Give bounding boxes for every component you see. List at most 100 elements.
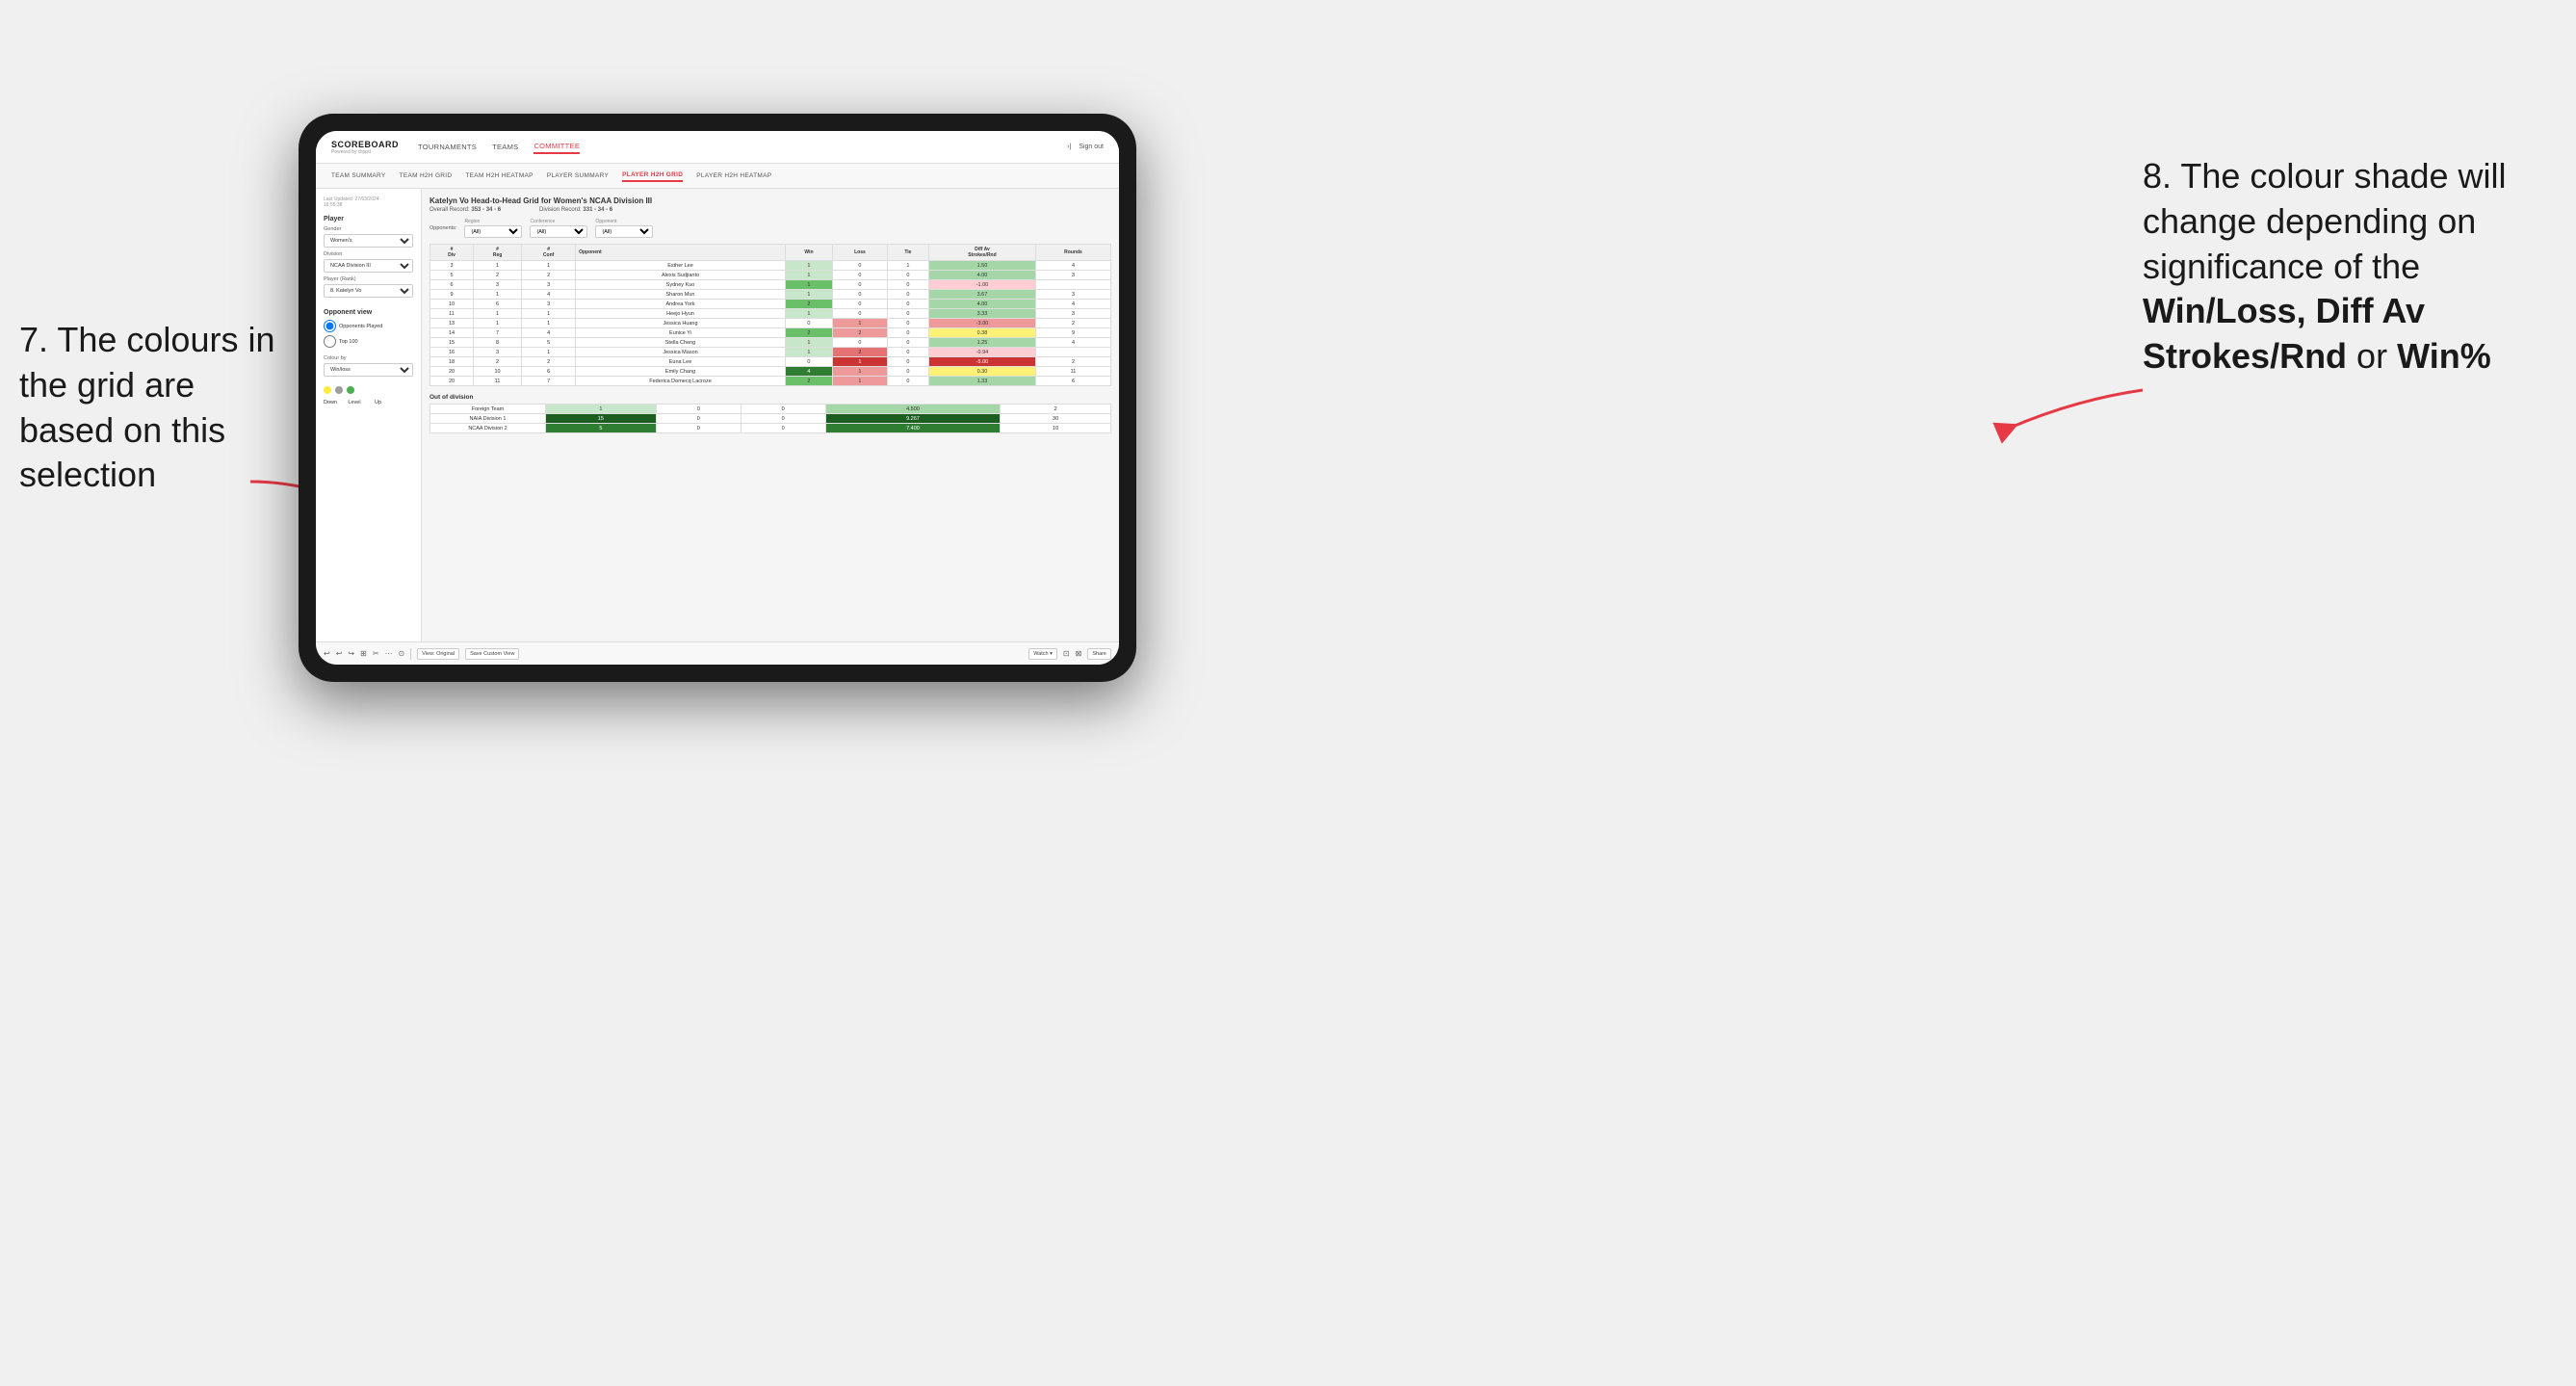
- main-content: Last Updated: 27/03/2024 16:55:38 Player…: [316, 189, 1119, 641]
- toolbar-cut[interactable]: ✂: [373, 649, 379, 658]
- filter-region-select[interactable]: (All): [464, 225, 522, 238]
- toolbar-undo2[interactable]: ↩: [336, 649, 343, 658]
- opponent-view-title: Opponent view: [324, 309, 413, 316]
- out-of-division-body: Foreign Team 1 0 0 4.500 2 NAIA Division…: [430, 405, 1111, 433]
- tablet-screen: SCOREBOARD Powered by clippd TOURNAMENTS…: [316, 131, 1119, 665]
- col-loss: Loss: [833, 245, 888, 261]
- table-row: 1111 Heejo Hyun 1 0 0 3.33 3: [430, 309, 1111, 319]
- colour-section: Colour by Win/loss: [324, 355, 413, 380]
- cell-diff-very-dark2: 7.400: [825, 424, 1001, 433]
- opponents-label: Opponents:: [429, 225, 456, 231]
- nav-link-tournaments[interactable]: TOURNAMENTS: [418, 141, 477, 153]
- toolbar-share[interactable]: Share: [1087, 648, 1111, 660]
- cell-win-very-dark: 4: [785, 367, 832, 377]
- tablet-device: SCOREBOARD Powered by clippd TOURNAMENTS…: [299, 114, 1136, 682]
- colour-by-label: Colour by: [324, 355, 413, 361]
- toolbar-watch[interactable]: Watch ▾: [1028, 648, 1057, 660]
- cell-loss-very-dark: 1: [833, 357, 888, 367]
- table-row: 1822 Euna Lee 0 1 0 -5.00 2: [430, 357, 1111, 367]
- legend-labels: Down Level Up: [324, 400, 413, 405]
- legend-label-up: Up: [366, 400, 381, 405]
- filter-conference-select[interactable]: (All): [530, 225, 587, 238]
- col-opponent: Opponent: [576, 245, 786, 261]
- sub-nav-player-h2h-heatmap[interactable]: PLAYER H2H HEATMAP: [696, 170, 771, 181]
- table-row: NCAA Division 2 5 0 0 7.400 10: [430, 424, 1111, 433]
- sidebar-time: 16:55:38: [324, 202, 342, 208]
- toolbar-icon2[interactable]: ⊠: [1076, 649, 1082, 658]
- table-row: 20117 Federica Domecq Lacroze 2 1 0 1.33…: [430, 377, 1111, 386]
- toolbar-undo[interactable]: ↩: [324, 649, 330, 658]
- legend-dot-level: [335, 386, 343, 394]
- nav-right: ›| Sign out: [1067, 144, 1104, 150]
- nav-bar: SCOREBOARD Powered by clippd TOURNAMENTS…: [316, 131, 1119, 164]
- colour-by-select[interactable]: Win/loss: [324, 363, 413, 377]
- table-row: 311 Esther Lee 1 0 1 1.50 4: [430, 261, 1111, 271]
- toolbar-circle[interactable]: ⊙: [399, 649, 405, 658]
- logo-sub: Powered by clippd: [331, 149, 399, 155]
- table-row: 1063 Andrea York 2 0 0 4.00 4: [430, 300, 1111, 309]
- toolbar-save-custom[interactable]: Save Custom View: [465, 648, 519, 660]
- toolbar-sep1: [410, 648, 411, 660]
- filter-region: Region (All): [464, 219, 522, 238]
- sidebar-gender-select[interactable]: Women's: [324, 234, 413, 248]
- annotation-right-bold2: Win%: [2397, 336, 2491, 376]
- legend-dot-down: [324, 386, 331, 394]
- toolbar-icon1[interactable]: ⊡: [1063, 649, 1070, 658]
- nav-links: TOURNAMENTS TEAMS COMMITTEE: [418, 140, 1067, 154]
- filter-region-label: Region: [464, 219, 522, 224]
- toolbar-redo[interactable]: ↪: [348, 649, 354, 658]
- sidebar-division-select[interactable]: NCAA Division III: [324, 259, 413, 273]
- filter-conference-label: Conference: [530, 219, 587, 224]
- toolbar-view-original[interactable]: View: Original: [417, 648, 459, 660]
- sub-nav-team-h2h-grid[interactable]: TEAM H2H GRID: [400, 170, 453, 181]
- col-diff-av: Diff AvStrokes/Rnd: [928, 245, 1035, 261]
- filter-opponent-select[interactable]: (All): [595, 225, 653, 238]
- toolbar-grid[interactable]: ⊞: [360, 649, 367, 658]
- legend-label-level: Level: [345, 400, 364, 405]
- cell-diff-very-dark: -5.00: [928, 357, 1035, 367]
- legend-label-down: Down: [324, 400, 343, 405]
- col-div: #Div: [430, 245, 474, 261]
- arrow-right-indicator: [1998, 380, 2152, 438]
- radio-group: Opponents Played Top 100: [324, 320, 413, 348]
- annotation-right-or: or: [2347, 336, 2397, 376]
- table-header-row: #Div #Reg #Conf Opponent Win Loss Tie Di…: [430, 245, 1111, 261]
- logo-area: SCOREBOARD Powered by clippd: [331, 140, 399, 155]
- sidebar-player-rank-select[interactable]: 8. Katelyn Vo: [324, 284, 413, 298]
- table-row: 633 Sydney Kuo 1 0 0 -1.00: [430, 280, 1111, 290]
- sub-nav-player-h2h-grid[interactable]: PLAYER H2H GRID: [622, 170, 683, 182]
- table-row: NAIA Division 1 15 0 0 9.267 30: [430, 414, 1111, 424]
- sidebar: Last Updated: 27/03/2024 16:55:38 Player…: [316, 189, 422, 641]
- legend-dot-up: [347, 386, 354, 394]
- nav-link-committee[interactable]: COMMITTEE: [533, 140, 580, 154]
- out-of-division-title: Out of division: [429, 394, 1111, 401]
- toolbar: ↩ ↩ ↪ ⊞ ✂ ··· ⊙ View: Original Save Cust…: [316, 641, 1119, 665]
- annotation-right-text1: 8. The colour shade will change dependin…: [2143, 156, 2507, 286]
- table-row: 20106 Emily Chang 4 1 0 0.30 11: [430, 367, 1111, 377]
- toolbar-dots[interactable]: ···: [385, 649, 393, 658]
- toolbar-right: Watch ▾ ⊡ ⊠ Share: [1028, 648, 1111, 660]
- table-row: 1585 Stella Cheng 1 0 0 1.25 4: [430, 338, 1111, 348]
- table-row: 1631 Jessica Mason 1 2 0 -0.94: [430, 348, 1111, 357]
- overall-record: Overall Record: 353 - 34 - 6: [429, 207, 501, 213]
- table-row: 522 Alexis Sudjianto 1 0 0 4.00 3: [430, 271, 1111, 280]
- nav-link-teams[interactable]: TEAMS: [492, 141, 518, 153]
- radio-top100[interactable]: Top 100: [324, 335, 413, 348]
- main-data-table: #Div #Reg #Conf Opponent Win Loss Tie Di…: [429, 244, 1111, 386]
- sub-nav-team-summary[interactable]: TEAM SUMMARY: [331, 170, 386, 181]
- grid-title: Katelyn Vo Head-to-Head Grid for Women's…: [429, 196, 1111, 205]
- nav-signout-link[interactable]: Sign out: [1079, 144, 1104, 150]
- sub-nav-team-h2h-heatmap[interactable]: TEAM H2H HEATMAP: [465, 170, 533, 181]
- sub-nav: TEAM SUMMARY TEAM H2H GRID TEAM H2H HEAT…: [316, 164, 1119, 189]
- sub-nav-player-summary[interactable]: PLAYER SUMMARY: [547, 170, 609, 181]
- radio-opponents-played[interactable]: Opponents Played: [324, 320, 413, 332]
- nav-signin-icon: ›|: [1067, 144, 1071, 150]
- legend-row: [324, 386, 413, 394]
- sidebar-player-rank-label: Player (Rank): [324, 276, 413, 282]
- annotation-right: 8. The colour shade will change dependin…: [2143, 154, 2547, 379]
- grid-records: Overall Record: 353 - 34 - 6 Division Re…: [429, 207, 1111, 213]
- sidebar-timestamp: Last Updated: 27/03/2024 16:55:38: [324, 196, 413, 208]
- table-body: 311 Esther Lee 1 0 1 1.50 4 522 Alexis S…: [430, 261, 1111, 386]
- col-win: Win: [785, 245, 832, 261]
- table-row: 1474 Eunice Yi 2 2 0 0.38 9: [430, 328, 1111, 338]
